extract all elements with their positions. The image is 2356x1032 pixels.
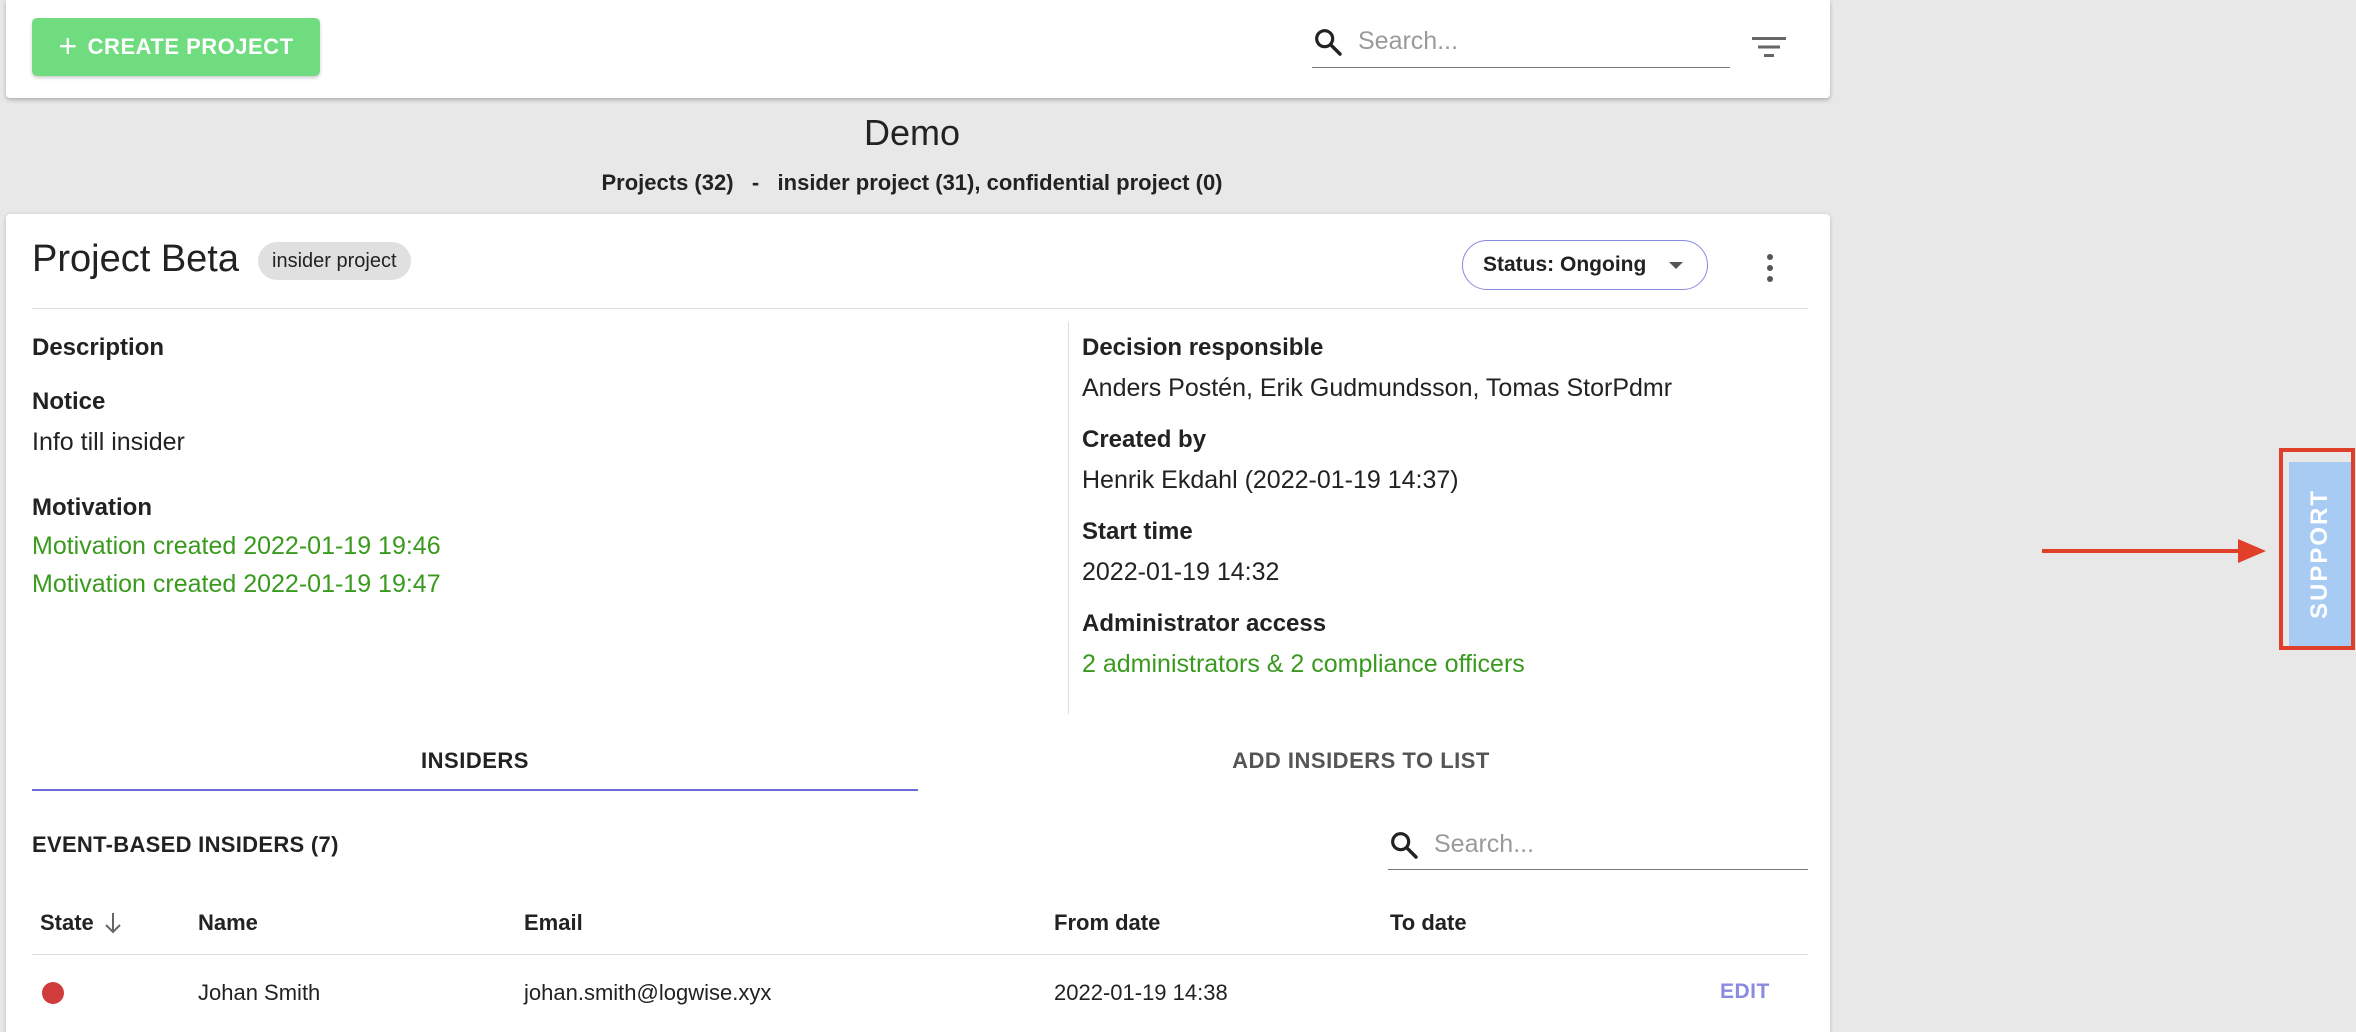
created-by-value: Henrik Ekdahl (2022-01-19 14:37) [1082,466,1459,494]
state-indicator [42,982,64,1004]
project-type-badge: insider project [258,242,411,280]
projects-summary: Projects (32) - insider project (31), co… [601,170,1223,195]
notice-label: Notice [32,388,106,415]
start-time-label: Start time [1082,518,1193,545]
caret-down-icon [1669,262,1683,269]
insider-email: johan.smith@logwise.xyx [524,980,772,1005]
active-tab-indicator [32,789,918,791]
administrator-access-label: Administrator access [1082,610,1327,637]
insiders-section-title: EVENT-BASED INSIDERS (7) [32,832,339,857]
top-toolbar: + CREATE PROJECT Search... [6,0,1830,98]
annotation-arrow [2042,549,2240,553]
more-options-icon[interactable] [1758,252,1782,284]
column-header-name[interactable]: Name [198,910,258,936]
created-by-label: Created by [1082,426,1207,453]
search-icon [1315,28,1342,56]
status-label: Status: Ongoing [1483,253,1647,276]
column-header-email[interactable]: Email [524,910,583,936]
page-title: Demo [863,112,961,153]
support-label: SUPPORT [2306,488,2334,620]
insiders-search-field[interactable]: Search... [1388,820,1808,870]
description-label: Description [32,334,165,361]
project-card: Project Beta insider project Status: Ong… [6,214,1830,1032]
column-divider [1068,322,1069,714]
column-header-state[interactable]: State [40,910,94,936]
motivation-label: Motivation [32,494,152,521]
tab-insiders[interactable]: INSIDERS [32,736,918,786]
annotation-arrow-head [2238,539,2266,563]
edit-button[interactable]: EDIT [1720,980,1770,1004]
motivation-link[interactable]: Motivation created 2022-01-19 19:46 [32,532,441,561]
decision-responsible-value: Anders Postén, Erik Gudmundsson, Tomas S… [1082,374,1673,402]
top-search-placeholder: Search... [1358,27,1459,55]
insiders-search-placeholder: Search... [1434,830,1535,858]
create-project-button[interactable]: + CREATE PROJECT [32,18,320,76]
column-header-to-date[interactable]: To date [1390,910,1467,936]
decision-responsible-label: Decision responsible [1082,334,1324,361]
insider-from-date: 2022-01-19 14:38 [1054,980,1228,1005]
arrow-down-icon[interactable] [102,910,124,936]
insider-name-link[interactable]: Johan Smith [198,980,320,1006]
start-time-value: 2022-01-19 14:32 [1082,558,1280,586]
table-header-divider [32,954,1808,955]
motivation-link[interactable]: Motivation created 2022-01-19 19:47 [32,570,441,599]
filter-icon[interactable] [1752,34,1786,60]
status-dropdown[interactable]: Status: Ongoing [1462,240,1708,290]
divider [32,308,1808,309]
plus-icon: + [58,27,78,64]
project-title: Project Beta [32,238,239,280]
support-tab-button[interactable]: SUPPORT [2289,462,2351,646]
tab-add-insiders[interactable]: ADD INSIDERS TO LIST [918,736,1804,786]
administrator-access-link[interactable]: 2 administrators & 2 compliance officers [1082,650,1525,679]
notice-value: Info till insider [32,428,185,456]
search-icon [1391,831,1418,859]
create-project-label: CREATE PROJECT [87,34,294,59]
column-header-from-date[interactable]: From date [1054,910,1160,936]
top-search-field[interactable]: Search... [1312,16,1730,68]
